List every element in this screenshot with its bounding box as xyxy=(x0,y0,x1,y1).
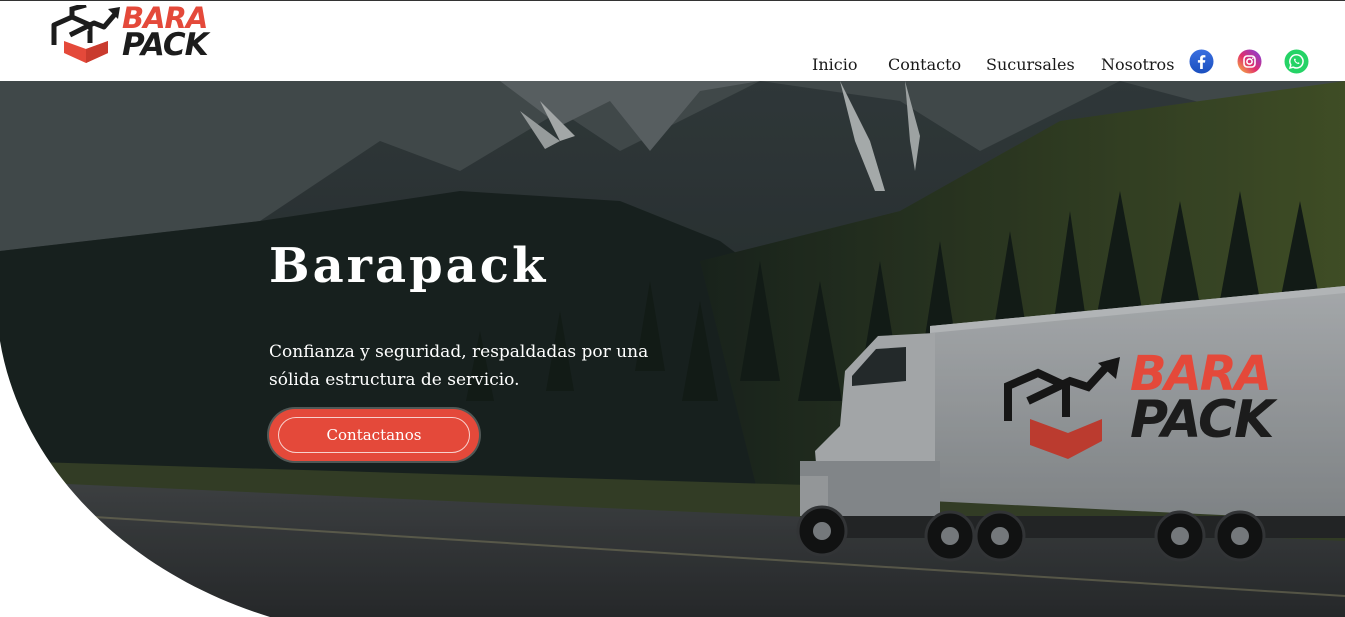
nav-item-sucursales[interactable]: Sucursales xyxy=(986,55,1075,74)
boxes-arrow-icon xyxy=(51,5,120,63)
site-header: BARA PACK Inicio Contacto Sucursales Nos… xyxy=(0,1,1345,81)
trailer-wordmark: BARA PACK xyxy=(1130,350,1274,450)
brand-logo[interactable]: BARA PACK xyxy=(50,4,222,65)
nav-item-nosotros[interactable]: Nosotros xyxy=(1101,55,1174,74)
facebook-icon[interactable] xyxy=(1189,49,1214,74)
instagram-icon[interactable] xyxy=(1237,49,1262,74)
nav-item-contacto[interactable]: Contacto xyxy=(888,55,961,74)
hero-section: BARA PACK xyxy=(0,81,1345,617)
hero-title: Barapack xyxy=(269,238,549,294)
contact-cta-label: Contactanos xyxy=(278,417,470,453)
nav-item-inicio[interactable]: Inicio xyxy=(812,55,857,74)
whatsapp-icon[interactable] xyxy=(1284,49,1309,74)
logo-line-2: PACK xyxy=(122,27,209,63)
logo-wordmark: BARA PACK xyxy=(122,4,222,63)
trailer-wordmark-line-2: PACK xyxy=(1130,390,1274,450)
contact-cta-button[interactable]: Contactanos xyxy=(269,409,479,461)
hero-subtitle: Confianza y seguridad, respaldadas por u… xyxy=(269,342,649,390)
